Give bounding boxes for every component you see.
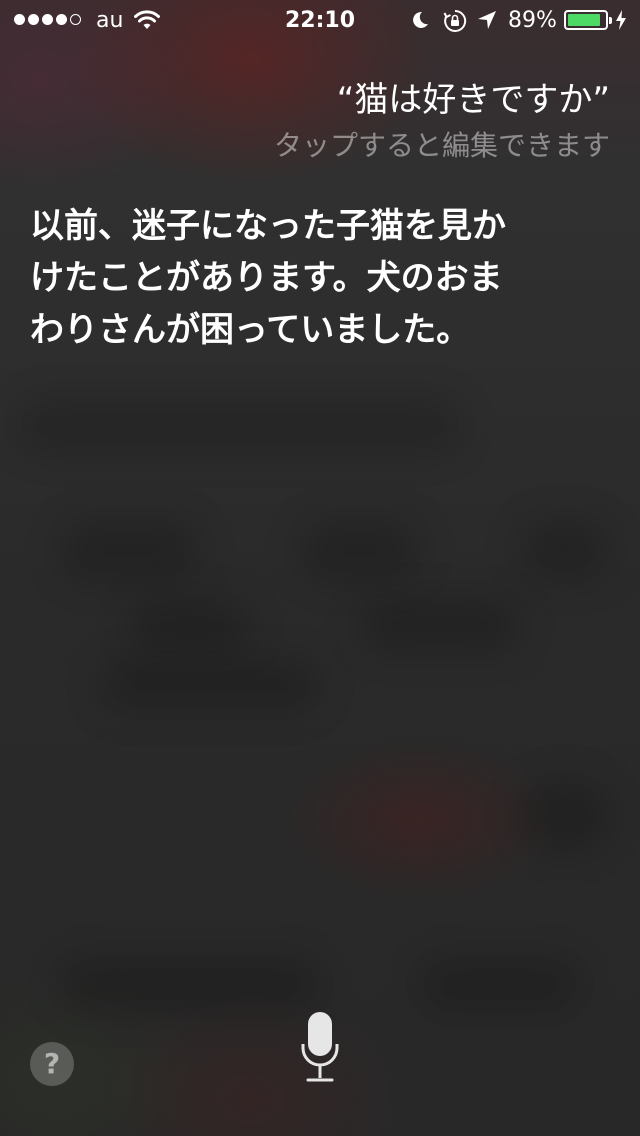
rotation-lock-icon [443,9,467,37]
microphone-icon[interactable] [300,1010,340,1088]
battery-icon [564,10,612,30]
siri-answer-text: 以前、迷子になった子猫を見かけたことがあります。犬のおまわりさんが困っていました… [30,206,506,350]
siri-query-text[interactable]: “猫は好きですか” [337,72,610,121]
battery-percent: 89% [508,8,557,33]
battery-level-fill [568,14,601,26]
tap-to-edit-hint[interactable]: タップすると編集できます [274,124,610,164]
help-button[interactable]: ? [30,1042,74,1086]
location-arrow-icon [477,10,497,34]
blurred-background [0,0,640,1136]
charging-bolt-icon [615,10,627,34]
status-bar: au 22:10 89% [0,0,640,40]
do-not-disturb-moon-icon [410,10,430,34]
